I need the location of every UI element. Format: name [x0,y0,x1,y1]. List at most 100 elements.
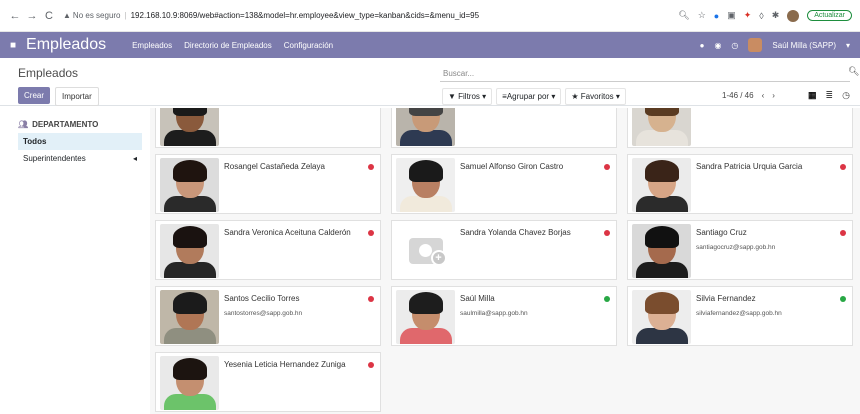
caret-left-icon[interactable]: ◂ [133,154,137,163]
search-input[interactable]: Buscar... [440,66,850,82]
puzzle-icon[interactable]: ✱ [772,10,780,21]
reload-icon[interactable]: C [42,10,56,22]
employee-name: Santiago Cruz [696,228,747,237]
employee-name: Sandra Veronica Aceituna Calderón [224,228,351,237]
back-icon[interactable]: ← [8,10,22,22]
camera-placeholder-icon: + [408,238,447,266]
apps-menu-icon[interactable]: ■ [10,40,16,51]
employee-card[interactable]: Rosangel Castañeda Zelaya [155,154,381,214]
presence-status-icon [840,164,846,170]
plus-icon: + [430,250,447,266]
address-bar[interactable]: ▲ No es seguro | 192.168.10.9:8069/web#a… [63,7,670,25]
chevron-down-icon[interactable]: ▾ [846,41,850,50]
pager-previous-icon[interactable]: ‹ [762,91,765,100]
activity-view-icon[interactable]: ◷ [842,90,850,101]
kanban-view-icon[interactable]: ▦ [808,90,817,101]
insecure-label: No es seguro [72,11,121,20]
department-item-todos[interactable]: Todos [18,133,142,150]
app-title[interactable]: Empleados [26,36,106,54]
extension-dot-icon[interactable]: ● [714,11,719,21]
profile-avatar[interactable] [787,9,800,22]
employee-email: santostorres@sapp.gob.hn [224,310,303,317]
pager-value[interactable]: 1-46 / 46 [722,91,754,100]
menu-directorio[interactable]: Directorio de Empleados [184,41,272,50]
employee-photo [160,108,219,146]
search-icon[interactable]: 🔍︎ [848,66,859,77]
employee-card[interactable]: Sandra Veronica Aceituna Calderón [155,220,381,280]
employee-photo [632,290,691,344]
update-button[interactable]: Actualizar [807,10,852,21]
user-avatar[interactable] [748,38,763,52]
activity-icon[interactable]: ● [700,41,705,50]
employee-card[interactable]: Santos Cecilio Torres santostorres@sapp.g… [155,286,381,346]
url-separator: | [124,11,127,20]
url-text: 192.168.10.9:8069/web#action=138&model=h… [130,11,480,20]
extension-red-icon[interactable]: ✦ [744,10,752,21]
employee-photo [160,290,219,344]
employee-photo [396,158,455,212]
employee-card[interactable]: Sandra Patricia Urquia Garcia [627,154,853,214]
employee-card[interactable]: Santiago Cruz santiagocruz@sapp.gob.hn [627,220,853,280]
search-options: ▼ Filtros ▾ ≡Agrupar por ▾ ★ Favoritos ▾ [442,88,626,105]
menu-empleados[interactable]: Empleados [132,41,172,50]
department-title: DEPARTAMENTO [32,120,99,129]
presence-status-icon [604,230,610,236]
group-by-label: Agrupar por [506,92,550,101]
extension-drop-icon[interactable]: ◊ [759,11,763,21]
filters-dropdown[interactable]: ▼ Filtros ▾ [442,88,493,105]
kanban-view: Rosangel Castañeda Zelaya Samuel Alfonso … [150,108,860,414]
employee-card[interactable]: Yesenia Leticia Hernandez Zuniga [155,352,381,412]
users-icon: 👥︎ [18,120,29,129]
department-item-label: Superintendentes [23,154,86,163]
view-switcher: ▦ ≣ ◷ [808,90,850,101]
employee-email: saulmilla@sapp.gob.hn [460,310,528,317]
control-panel: Empleados Crear Importar Buscar... 🔍︎ ▼ … [0,58,860,106]
employee-card[interactable]: Silvia Fernandez silviafernandez@sapp.gob… [627,286,853,346]
presence-status-icon [368,296,374,302]
main-navbar: ■ Empleados Empleados Directorio de Empl… [0,32,860,58]
presence-status-icon [840,296,846,302]
employee-photo [396,290,455,344]
group-by-dropdown[interactable]: ≡Agrupar por ▾ [496,88,562,105]
employee-photo [160,224,219,278]
menu-configuracion[interactable]: Configuración [284,41,333,50]
employee-card[interactable]: Samuel Alfonso Giron Castro [391,154,617,214]
department-heading: 👥︎ DEPARTAMENTO [18,120,142,129]
browser-toolbar: ← → C ▲ No es seguro | 192.168.10.9:8069… [0,0,860,32]
pager-next-icon[interactable]: › [772,91,775,100]
pager: 1-46 / 46 ‹ › [722,91,775,100]
employee-email: silviafernandez@sapp.gob.hn [696,310,782,317]
user-menu[interactable]: Saúl Milla (SAPP) [772,41,836,50]
employee-name: Santos Cecilio Torres [224,294,300,303]
favorites-dropdown[interactable]: ★ Favoritos ▾ [565,88,626,105]
extension-icon[interactable]: ▣ [727,10,736,21]
employee-card[interactable]: + Sandra Yolanda Chavez Borjas [391,220,617,280]
employee-photo [632,108,691,146]
employee-card[interactable] [391,108,617,148]
forward-icon[interactable]: → [25,10,39,22]
employee-photo [396,108,455,146]
presence-status-icon [368,164,374,170]
employee-name: Samuel Alfonso Giron Castro [460,162,564,171]
employee-card[interactable]: Saúl Milla saulmilla@sapp.gob.hn [391,286,617,346]
employee-card[interactable] [627,108,853,148]
department-item-superintendentes[interactable]: Superintendentes ◂ [18,150,142,167]
import-button[interactable]: Importar [55,87,99,106]
presence-status-icon [604,296,610,302]
favorites-label: Favoritos [580,92,614,101]
employee-photo [632,158,691,212]
messages-icon[interactable]: ◉ [714,41,721,50]
create-button[interactable]: Crear [18,87,51,104]
employee-photo [632,224,691,278]
employee-name: Saúl Milla [460,294,495,303]
list-view-icon[interactable]: ≣ [826,90,834,101]
navbar-right: ● ◉ ◷ Saúl Milla (SAPP) ▾ [700,38,850,52]
filters-label: Filtros [458,92,480,101]
browser-icons: 🔍︎ ☆ ● ▣ ✦ ◊ ✱ Actualizar [678,9,852,22]
presence-status-icon [368,362,374,368]
employee-card[interactable] [155,108,381,148]
clock-icon[interactable]: ◷ [731,41,738,50]
breadcrumb: Empleados [18,66,79,80]
zoom-icon[interactable]: 🔍︎ [678,10,689,21]
bookmark-star-icon[interactable]: ☆ [698,10,706,21]
